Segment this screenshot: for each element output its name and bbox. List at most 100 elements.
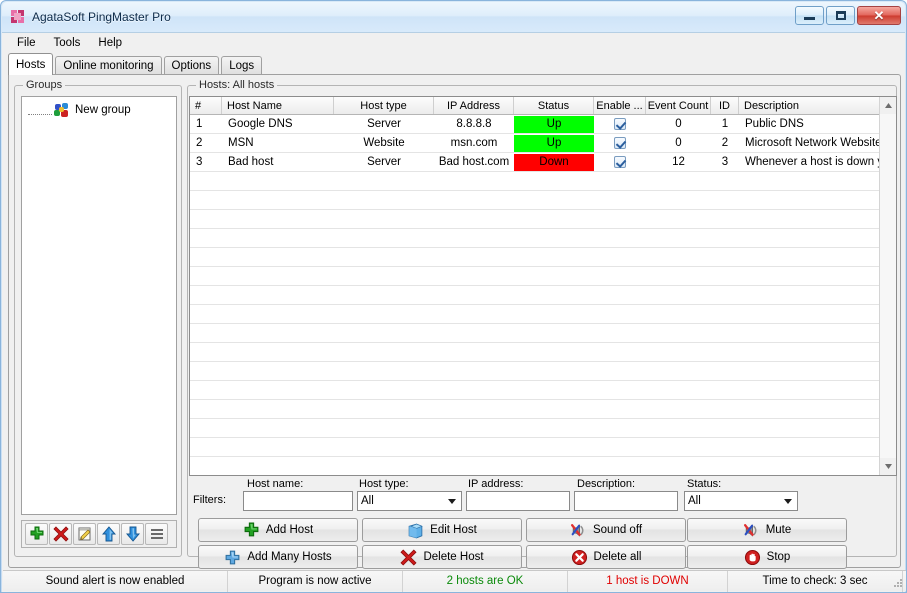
minimize-button[interactable] <box>795 6 824 25</box>
filter-host-name[interactable] <box>243 491 353 511</box>
enable-checkbox[interactable] <box>614 156 626 168</box>
groups-tree[interactable]: New group <box>21 96 177 515</box>
group-list-button[interactable] <box>145 523 168 545</box>
list-lines-icon <box>149 526 165 542</box>
vertical-scrollbar[interactable] <box>879 97 896 475</box>
cell-id: 2 <box>711 134 739 152</box>
blue-down-arrow-icon <box>125 526 141 542</box>
cell-ip-address: 8.8.8.8 <box>434 115 514 133</box>
scroll-down-button[interactable] <box>880 458 897 475</box>
filter-host-name-label: Host name: <box>247 478 303 490</box>
groups-panel: Groups New group <box>14 85 182 557</box>
tab-logs[interactable]: Logs <box>221 56 262 75</box>
tab-online-monitoring[interactable]: Online monitoring <box>55 56 161 75</box>
table-row[interactable]: 3Bad hostServerBad host.comDown123Whenev… <box>190 153 896 172</box>
status-badge: Up <box>514 135 594 152</box>
filter-ip-address-label: IP address: <box>468 478 523 490</box>
cell-status: Down <box>514 153 594 171</box>
column-header-[interactable]: # <box>190 97 222 114</box>
close-button[interactable]: ✕ <box>857 6 901 25</box>
filter-host-type[interactable]: All <box>357 491 462 511</box>
add-host-button-label: Add Host <box>266 524 313 536</box>
move-group-down-button[interactable] <box>121 523 144 545</box>
tree-connector-icon <box>28 114 52 115</box>
column-header-host-name[interactable]: Host Name <box>222 97 334 114</box>
column-header-status[interactable]: Status <box>514 97 594 114</box>
tab-page-hosts: Groups New group <box>8 74 901 568</box>
maximize-button[interactable] <box>826 6 855 25</box>
menu-tools[interactable]: Tools <box>45 35 90 51</box>
tab-strip: Hosts Online monitoring Options Logs <box>8 53 901 75</box>
add-group-button[interactable] <box>25 523 48 545</box>
delete-group-button[interactable] <box>49 523 72 545</box>
edit-group-button[interactable] <box>73 523 96 545</box>
column-header-ip-address[interactable]: IP Address <box>434 97 514 114</box>
blue-notepad-icon <box>407 522 424 539</box>
groups-panel-title: Groups <box>23 79 65 91</box>
resize-grip-icon[interactable] <box>892 577 904 589</box>
group-icon <box>54 102 70 118</box>
column-header-description[interactable]: Description <box>739 97 881 114</box>
cell-event-count: 12 <box>646 153 711 171</box>
cell-enabled <box>594 115 646 133</box>
table-body: 1Google DNSServer8.8.8.8Up01Public DNS2M… <box>190 115 896 476</box>
delete-all-button[interactable]: Delete all <box>526 545 686 569</box>
green-plus-icon <box>243 522 260 539</box>
cell-num: 2 <box>190 134 222 152</box>
delete-host-button[interactable]: Delete Host <box>362 545 522 569</box>
notepad-pencil-icon <box>77 526 93 542</box>
column-header-enable[interactable]: Enable ... <box>594 97 646 114</box>
chevron-up-icon <box>884 102 893 109</box>
enable-checkbox[interactable] <box>614 118 626 130</box>
column-header-event-count[interactable]: Event Count <box>646 97 711 114</box>
sound-off-button[interactable]: Sound off <box>526 518 686 542</box>
red-x-icon <box>400 549 417 566</box>
menu-help[interactable]: Help <box>89 35 131 51</box>
status-panel-hosts-down: 1 host is DOWN <box>568 571 728 592</box>
scrollbar-track[interactable] <box>880 114 897 458</box>
tab-hosts[interactable]: Hosts <box>8 53 53 75</box>
hosts-panel-title: Hosts: All hosts <box>196 79 277 91</box>
close-icon: ✕ <box>874 9 885 22</box>
edit-host-button[interactable]: Edit Host <box>362 518 522 542</box>
add-many-hosts-button[interactable]: Add Many Hosts <box>198 545 358 569</box>
enable-checkbox[interactable] <box>614 137 626 149</box>
column-header-host-type[interactable]: Host type <box>334 97 434 114</box>
client-area: File Tools Help Hosts Online monitoring … <box>2 32 905 592</box>
cell-event-count: 0 <box>646 134 711 152</box>
table-row[interactable]: 1Google DNSServer8.8.8.8Up01Public DNS <box>190 115 896 134</box>
speaker-muted-icon <box>743 522 760 539</box>
filter-description-label: Description: <box>577 478 635 490</box>
table-row[interactable]: 2MSNWebsitemsn.comUp02Microsoft Network … <box>190 134 896 153</box>
menu-file[interactable]: File <box>8 35 45 51</box>
table-empty-row <box>190 191 896 210</box>
tab-options[interactable]: Options <box>164 56 220 75</box>
tree-item-label: New group <box>75 104 131 116</box>
column-header-id[interactable]: ID <box>711 97 739 114</box>
hosts-table[interactable]: #Host NameHost typeIP AddressStatusEnabl… <box>189 96 897 476</box>
cell-enabled <box>594 134 646 152</box>
filter-status[interactable]: All <box>684 491 798 511</box>
filter-ip-address[interactable] <box>466 491 570 511</box>
table-empty-row <box>190 362 896 381</box>
filter-status-value: All <box>688 495 701 507</box>
filter-host-type-value: All <box>361 495 374 507</box>
status-bar: Sound alert is now enabled Program is no… <box>3 570 906 591</box>
hosts-panel: Hosts: All hosts #Host NameHost typeIP A… <box>187 85 897 557</box>
scroll-up-button[interactable] <box>880 97 897 114</box>
tiles-icon <box>10 9 26 25</box>
stop-button[interactable]: Stop <box>687 545 847 569</box>
tree-item-new-group[interactable]: New group <box>22 101 176 119</box>
filters-label: Filters: <box>193 494 226 506</box>
move-group-up-button[interactable] <box>97 523 120 545</box>
mute-button[interactable]: Mute <box>687 518 847 542</box>
application-window: AgataSoft PingMaster Pro ✕ File Tools He… <box>0 0 907 593</box>
add-host-button[interactable]: Add Host <box>198 518 358 542</box>
speaker-muted-icon <box>570 522 587 539</box>
cell-description: Whenever a host is down y... <box>739 153 881 171</box>
add-many-hosts-button-label: Add Many Hosts <box>247 551 331 563</box>
table-empty-row <box>190 438 896 457</box>
table-empty-row <box>190 172 896 191</box>
filter-description[interactable] <box>574 491 678 511</box>
blue-plus-icon <box>224 549 241 566</box>
